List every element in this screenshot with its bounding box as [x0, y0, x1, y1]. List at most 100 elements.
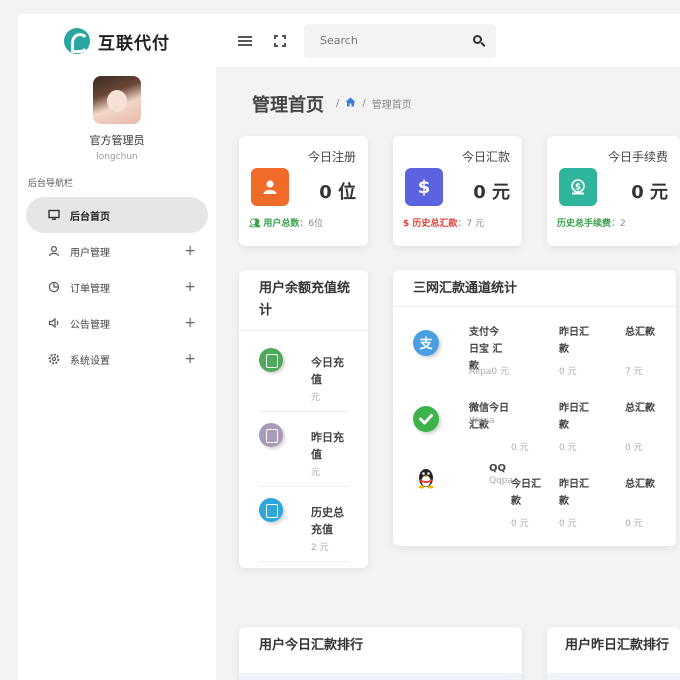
search-box: [304, 23, 496, 58]
avatar[interactable]: [93, 76, 141, 124]
recharge-item-today: 今日充值 元: [259, 340, 349, 412]
channel-total-label: 总汇款: [625, 403, 655, 414]
recharge-label: 历史总充值: [311, 506, 344, 536]
recharge-label: 昨日充值: [311, 431, 344, 461]
channel-total-value: 0 元: [625, 519, 643, 529]
sidebar-item-settings[interactable]: 系统设置 +: [26, 341, 208, 377]
today-ranking-card: 用户今日汇款排行: [239, 627, 522, 680]
channel-today-value: 0 元: [511, 519, 529, 529]
recharge-stats-card: 用户余额充值统计 今日充值 元 昨日充值 元 历史总充值 2 元: [239, 270, 368, 568]
menu-toggle-icon[interactable]: [238, 35, 252, 46]
expand-plus-icon[interactable]: +: [184, 243, 196, 259]
pie-chart-icon: [48, 281, 60, 293]
stat-card-fees: 今日手续费 $ 0 元 历史总手续费：2: [547, 136, 680, 246]
alipay-icon: 支: [413, 330, 439, 356]
qq-penguin-icon: [413, 464, 439, 490]
calendar-icon: [259, 423, 283, 447]
recharge-value: 元: [311, 468, 321, 478]
page-title: 管理首页: [252, 95, 324, 116]
profile-name: 官方管理员: [89, 134, 145, 147]
channel-row-alipay: 支 支付今日宝 汇款 Alipa0 元 昨日汇款 0 元 总汇款 7 元: [413, 322, 673, 396]
sidebar-item-orders[interactable]: 订单管理 +: [26, 269, 208, 305]
channel-today-value: 0 元: [511, 443, 529, 453]
sidebar-item-label: 后台首页: [70, 211, 110, 223]
fullscreen-icon[interactable]: [274, 34, 286, 47]
nav: 后台首页 用户管理 + 订单管理 + 公告管理 + 系统设置 +: [18, 197, 216, 377]
person-icon: [251, 168, 289, 206]
sidebar-item-announcements[interactable]: 公告管理 +: [26, 305, 208, 341]
nav-heading: 后台导航栏: [28, 179, 74, 189]
recharge-item-total: 历史总充值 2 元: [259, 490, 349, 562]
breadcrumb-separator: /: [362, 98, 366, 109]
dollar-icon: $: [405, 168, 443, 206]
channel-code: Alipa0 元: [469, 367, 509, 377]
profile-username: longchun: [96, 152, 138, 162]
channel-yesterday-value: 0 元: [559, 443, 577, 453]
speaker-icon: [48, 317, 60, 329]
sidebar-item-label: 用户管理: [70, 247, 110, 259]
channel-yesterday-label: 昨日汇款: [559, 327, 589, 355]
channel-name: QQ: [489, 463, 507, 474]
stat-footer: 👥︎ 用户总数：6位: [249, 219, 324, 229]
sidebar-item-home[interactable]: 后台首页: [26, 197, 208, 233]
home-icon[interactable]: [345, 97, 356, 110]
sidebar-item-users[interactable]: 用户管理 +: [26, 233, 208, 269]
channel-today-label: 今日汇款: [511, 479, 541, 507]
svg-text:支: 支: [418, 336, 433, 352]
stat-title: 今日汇款: [461, 150, 510, 164]
users-icon: 👥︎: [249, 219, 261, 229]
stat-title: 今日注册: [307, 150, 356, 164]
channel-code: Qqpa: [489, 476, 514, 486]
breadcrumb: / / 管理首页: [336, 96, 412, 111]
top-bar: [216, 14, 680, 68]
brand-logo-icon: [64, 28, 90, 54]
stat-title: 今日手续费: [607, 150, 668, 164]
recharge-value: 2 元: [311, 543, 329, 553]
sidebar-item-label: 公告管理: [70, 319, 110, 331]
channel-total-label: 总汇款: [625, 479, 655, 490]
monitor-icon: [48, 209, 60, 221]
channel-total-value: 7 元: [625, 367, 643, 377]
calendar-icon: [259, 348, 283, 372]
recharge-item-yesterday: 昨日充值 元: [259, 415, 349, 487]
channel-yesterday-label: 昨日汇款: [559, 403, 589, 431]
recharge-title: 用户余额充值统计: [259, 281, 351, 318]
channel-yesterday-value: 0 元: [559, 519, 577, 529]
channel-stats-card: 三网汇款通道统计 支 支付今日宝 汇款 Alipa0 元 昨日汇款 0 元 总汇…: [393, 270, 676, 546]
sidebar: 互联代付 官方管理员 longchun 后台导航栏 后台首页 用户管理 + 订单…: [18, 14, 216, 680]
search-icon[interactable]: [473, 34, 482, 44]
search-input[interactable]: [304, 34, 464, 47]
profile: 官方管理员 longchun: [18, 76, 216, 162]
gear-icon: [48, 353, 60, 365]
stat-footer: $ 历史总汇款：7 元: [403, 219, 484, 229]
breadcrumb-current: 管理首页: [371, 100, 412, 111]
sidebar-item-label: 订单管理: [70, 283, 110, 295]
breadcrumb-separator: /: [336, 98, 340, 109]
channel-total-label: 总汇款: [625, 327, 655, 338]
stat-card-registrations: 今日注册 0 位 👥︎ 用户总数：6位: [239, 136, 368, 246]
expand-plus-icon[interactable]: +: [184, 279, 196, 295]
yesterday-ranking-card: 用户昨日汇款排行: [547, 627, 680, 680]
recharge-label: 今日充值: [311, 356, 344, 386]
channel-row-qq: QQ Qqpa 今日汇款 0 元 昨日汇款 0 元 总汇款 0 元: [413, 456, 673, 530]
stat-value: 0 位: [319, 182, 356, 203]
stat-card-remittance: 今日汇款 $ 0 元 $ 历史总汇款：7 元: [393, 136, 522, 246]
brand-title: 互联代付: [98, 33, 170, 54]
channel-code: Wxpa: [469, 416, 495, 426]
brand[interactable]: 互联代付: [18, 14, 216, 68]
channel-total-value: 0 元: [625, 443, 643, 453]
channel-yesterday-label: 昨日汇款: [559, 479, 589, 507]
svg-text:$: $: [575, 183, 581, 193]
today-ranking-title: 用户今日汇款排行: [259, 638, 364, 653]
yesterday-ranking-title: 用户昨日汇款排行: [565, 638, 670, 653]
channel-title: 三网汇款通道统计: [413, 281, 518, 296]
expand-plus-icon[interactable]: +: [184, 351, 196, 367]
document-icon: [259, 498, 283, 522]
money-bag-icon: $: [559, 168, 597, 206]
channel-yesterday-value: 0 元: [559, 367, 577, 377]
stat-value: 0 元: [631, 182, 668, 203]
user-icon: [48, 245, 60, 257]
wechat-check-icon: [413, 406, 439, 432]
recharge-value: 元: [311, 393, 321, 403]
expand-plus-icon[interactable]: +: [184, 315, 196, 331]
